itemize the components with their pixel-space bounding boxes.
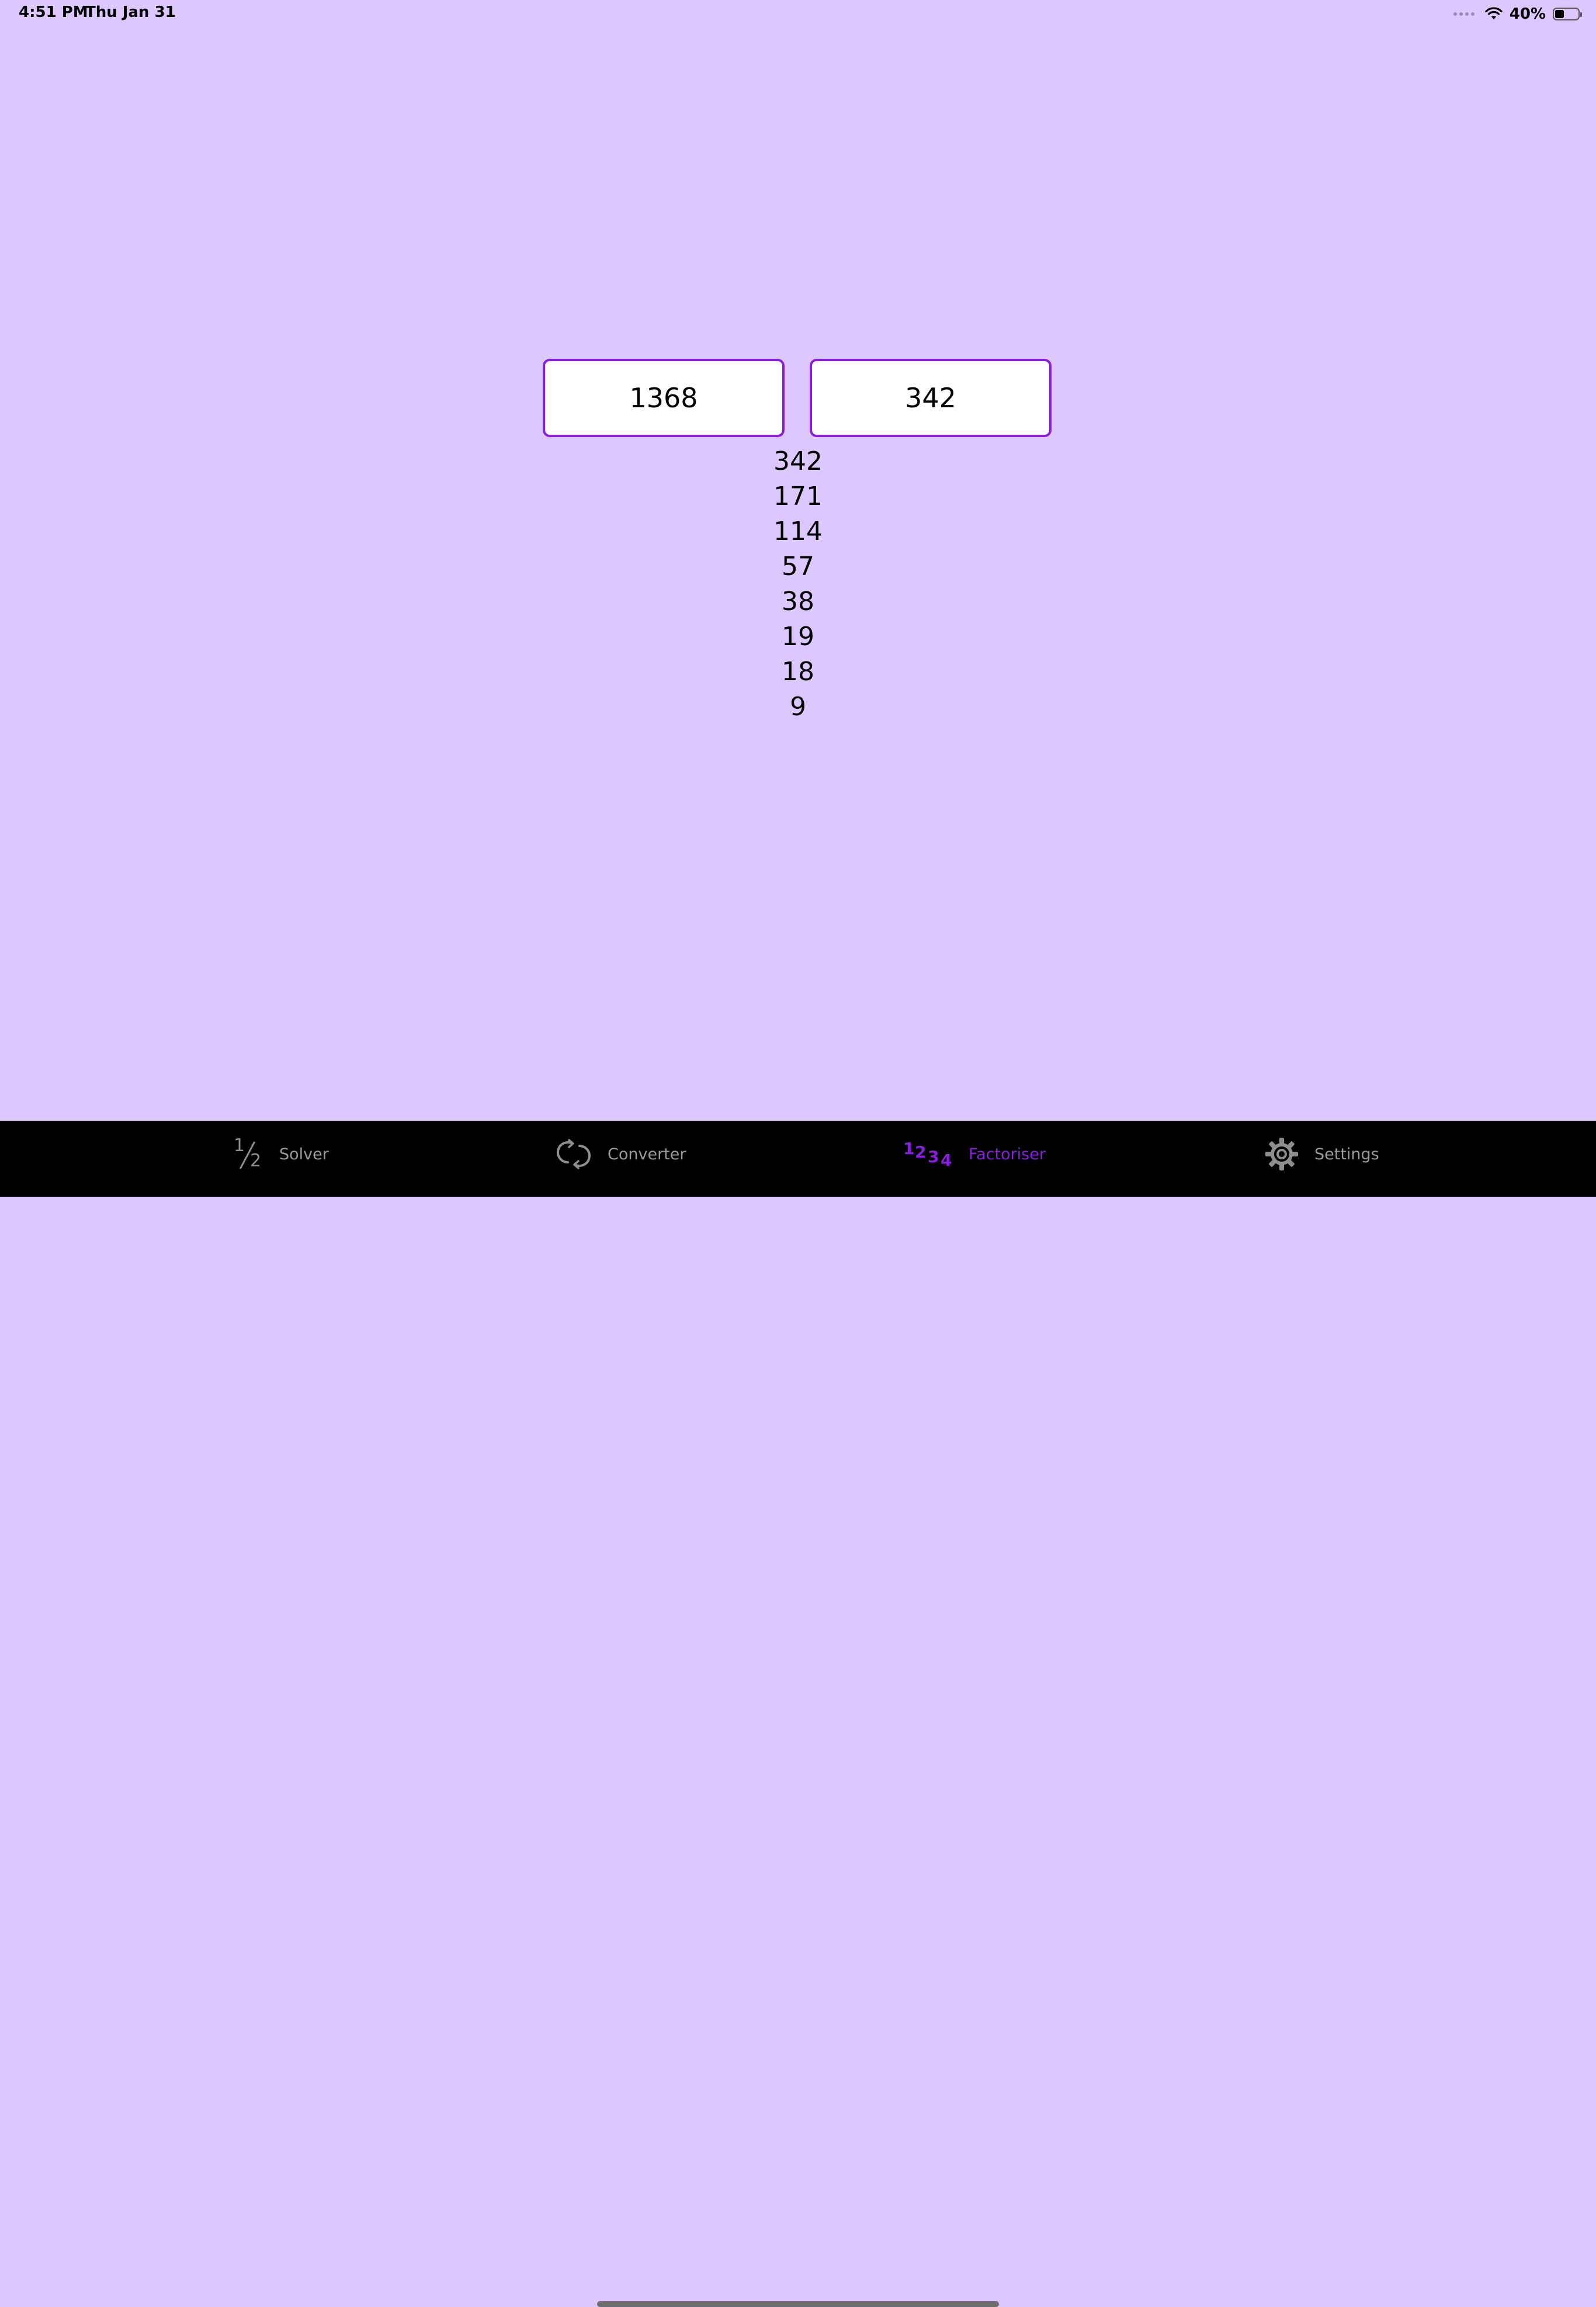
tab-factoriser[interactable]: 1 2 3 4 Factoriser bbox=[903, 1135, 1046, 1173]
numbers-icon: 1 2 3 4 bbox=[903, 1139, 952, 1170]
status-bar: 4:51 PM Thu Jan 31 40% bbox=[0, 0, 1596, 28]
dots-icon bbox=[1453, 12, 1474, 16]
tab-settings[interactable]: Settings bbox=[1264, 1135, 1379, 1173]
list-item: 9 bbox=[790, 692, 806, 722]
list-item: 171 bbox=[773, 482, 823, 511]
tab-bar: 1 2 Solver Converter 1 2 3 4 Factoriser bbox=[0, 1121, 1596, 2307]
status-date: Thu Jan 31 bbox=[85, 4, 176, 21]
gear-icon bbox=[1265, 1138, 1298, 1170]
tab-converter[interactable]: Converter bbox=[555, 1135, 686, 1173]
list-item: 19 bbox=[782, 622, 814, 652]
status-indicators: 40% bbox=[1453, 4, 1582, 25]
number-input[interactable] bbox=[543, 359, 785, 437]
list-item: 18 bbox=[782, 657, 814, 687]
factor-input[interactable] bbox=[810, 359, 1052, 437]
factor-list: 342 171 114 57 38 19 18 9 bbox=[740, 444, 856, 725]
tab-solver[interactable]: 1 2 Solver bbox=[231, 1135, 329, 1173]
list-item: 342 bbox=[773, 446, 823, 476]
battery-fill bbox=[1555, 10, 1564, 18]
fraction-icon: 1 2 bbox=[234, 1135, 262, 1171]
tab-label: Solver bbox=[279, 1145, 329, 1163]
list-item: 114 bbox=[773, 517, 823, 546]
battery-percent: 40% bbox=[1509, 5, 1546, 23]
converter-icon bbox=[557, 1139, 591, 1169]
home-indicator[interactable] bbox=[597, 2301, 999, 2307]
status-time: 4:51 PM bbox=[19, 4, 88, 21]
tab-label: Settings bbox=[1314, 1145, 1379, 1163]
tab-label: Factoriser bbox=[969, 1145, 1046, 1163]
tab-label: Converter bbox=[608, 1145, 686, 1163]
list-item: 57 bbox=[782, 552, 814, 581]
wifi-icon bbox=[1485, 7, 1503, 19]
battery-icon bbox=[1553, 8, 1582, 20]
list-item: 38 bbox=[782, 587, 814, 616]
